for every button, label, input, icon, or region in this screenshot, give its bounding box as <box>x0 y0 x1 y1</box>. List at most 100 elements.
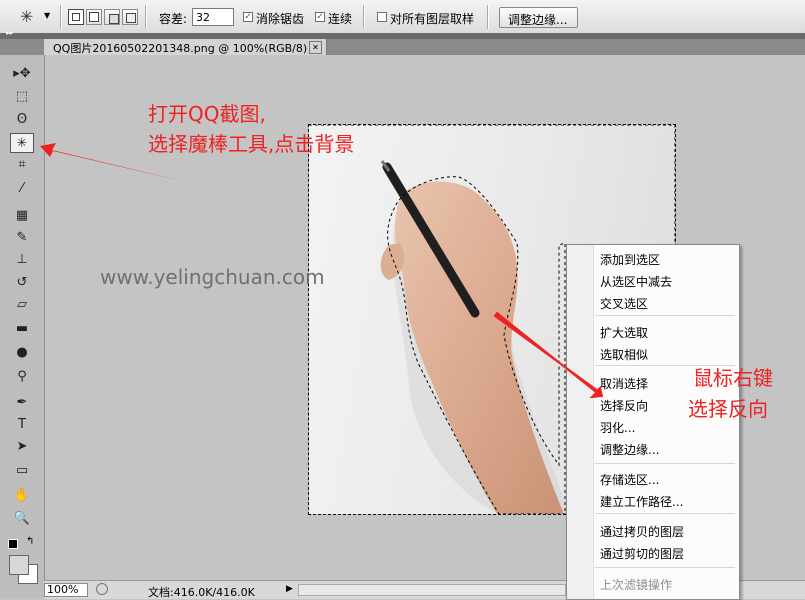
menu-item[interactable]: 选择反向 <box>600 397 648 414</box>
blur-icon: ● <box>16 345 28 360</box>
options-bar: ✳ ▼ 容差: 32 ✓ 消除锯齿 ✓ 连续 对所有图层取样 调整边缘... <box>0 0 805 34</box>
dodge-tool[interactable]: ⚲ <box>10 367 34 387</box>
menu-separator <box>595 463 735 464</box>
swap-colors-icon[interactable]: ↰ <box>26 536 34 547</box>
lasso-tool[interactable]: ʘ <box>10 110 34 130</box>
watermark-text: www.yelingchuan.com <box>100 265 325 289</box>
move-tool[interactable]: ▸✥ <box>10 64 34 84</box>
magic-wand-tool[interactable]: ✳ <box>10 133 34 153</box>
sample-all-layers-checkbox[interactable] <box>377 12 387 22</box>
marquee-tool[interactable]: ⬚ <box>10 87 34 107</box>
annotation-step1-line1: 打开QQ截图, <box>148 102 266 126</box>
menu-item[interactable]: 调整边缘... <box>600 441 659 458</box>
zoom-tool[interactable]: 🔍 <box>10 509 34 529</box>
expand-panels-icon[interactable]: ▸▸ <box>6 29 13 37</box>
add-to-selection-button[interactable] <box>86 9 102 25</box>
default-colors-icon[interactable] <box>8 539 18 549</box>
dodge-icon: ⚲ <box>17 369 27 384</box>
tolerance-value: 32 <box>196 11 210 24</box>
eyedropper-icon: ⁄ <box>20 181 24 196</box>
crop-tool[interactable]: ⌗ <box>10 155 34 175</box>
context-menu: 添加到选区从选区中减去 交叉选区扩大选取选取相似取消选择选择反向羽化... 调整边缘… <box>566 244 740 600</box>
menu-item[interactable]: 取消选择 <box>600 375 648 392</box>
menu-item[interactable]: 通过拷贝的图层 <box>600 523 684 540</box>
add-selection-icon <box>89 12 99 22</box>
menu-separator <box>595 315 735 316</box>
tolerance-input[interactable]: 32 <box>192 8 234 26</box>
magic-wand-icon: ✳ <box>20 7 34 26</box>
antialias-label: 消除锯齿 <box>256 12 305 26</box>
annotation-step1-line2: 选择魔棒工具,点击背景 <box>148 132 355 156</box>
shape-tool[interactable]: ▭ <box>10 461 34 481</box>
subtract-from-selection-button[interactable] <box>104 9 120 25</box>
gradient-tool[interactable]: ▬ <box>10 319 34 339</box>
chevron-down-icon: ▼ <box>44 11 51 20</box>
navigator-icon[interactable] <box>96 583 108 595</box>
eyedropper-tool[interactable]: ⁄ <box>10 179 34 199</box>
new-selection-button[interactable] <box>68 9 84 25</box>
zoom-value: 100% <box>47 583 79 596</box>
shape-icon: ▭ <box>15 463 29 478</box>
horizontal-scrollbar[interactable] <box>298 584 566 596</box>
foreground-color-swatch[interactable] <box>9 555 29 575</box>
hand-shape <box>394 181 564 514</box>
contiguous-label: 连续 <box>328 12 353 26</box>
hand-icon: ✋ <box>13 488 31 503</box>
menu-item[interactable]: 建立工作路径... <box>600 493 683 510</box>
refine-edge-button[interactable]: 调整边缘... <box>499 7 578 28</box>
menu-item[interactable]: 选取相似 <box>600 346 648 363</box>
close-tab-icon[interactable]: ✕ <box>309 41 322 54</box>
menu-item[interactable]: 交叉选区 <box>600 295 648 312</box>
healing-icon: ▦ <box>15 208 29 223</box>
contiguous-checkbox[interactable]: ✓ <box>315 12 325 22</box>
pen-icon: ✒ <box>16 395 28 410</box>
refine-edge-label: 调整边缘... <box>508 13 568 27</box>
crop-icon: ⌗ <box>18 157 26 172</box>
menu-separator <box>595 567 735 568</box>
gradient-icon: ▬ <box>15 321 29 336</box>
tool-preset-picker[interactable]: ✳ ▼ <box>14 6 56 28</box>
eraser-icon: ▱ <box>17 297 27 312</box>
intersect-selection-button[interactable] <box>122 9 138 25</box>
healing-tool[interactable]: ▦ <box>10 206 34 226</box>
marquee-icon: ⬚ <box>15 89 29 104</box>
clone-stamp-icon: ⊥ <box>16 252 28 267</box>
menu-item[interactable]: 存储选区... <box>600 471 659 488</box>
brush-icon: ✎ <box>16 230 28 245</box>
zoom-icon: 🔍 <box>13 511 31 526</box>
move-icon: ▸✥ <box>13 66 31 81</box>
annotation-step2-line2: 选择反向 <box>688 397 768 421</box>
menu-item[interactable]: 扩大选取 <box>600 324 648 341</box>
menu-item[interactable]: 通过剪切的图层 <box>600 545 684 562</box>
toolbox: ▸✥ ⬚ ʘ ✳ ⌗ ⁄ ▦ ✎ ⊥ ↺ ▱ ▬ ● ⚲ ✒ T ➤ ▭ ✋ 🔍 ↰ <box>0 55 45 598</box>
type-tool[interactable]: T <box>10 415 34 435</box>
new-selection-icon <box>72 13 80 21</box>
pen-tool[interactable]: ✒ <box>10 393 34 413</box>
eraser-tool[interactable]: ▱ <box>10 295 34 315</box>
tolerance-label: 容差: <box>159 12 188 26</box>
zoom-field[interactable]: 100% <box>44 583 88 597</box>
annotation-step2-line1: 鼠标右键 <box>693 366 773 390</box>
subtract-selection-icon <box>109 14 119 24</box>
path-selection-tool[interactable]: ➤ <box>10 437 34 457</box>
history-brush-tool[interactable]: ↺ <box>10 273 34 293</box>
type-icon: T <box>18 417 26 432</box>
brush-tool[interactable]: ✎ <box>10 228 34 248</box>
antialias-checkbox[interactable]: ✓ <box>243 12 253 22</box>
hand-tool[interactable]: ✋ <box>10 486 34 506</box>
intersect-selection-icon <box>126 13 136 23</box>
status-menu-arrow-icon[interactable]: ▶ <box>286 584 293 594</box>
magic-wand-icon: ✳ <box>16 136 28 151</box>
menu-gutter <box>567 245 594 599</box>
menu-separator <box>595 513 735 514</box>
menu-item: 上次滤镜操作 <box>600 578 673 592</box>
clone-stamp-tool[interactable]: ⊥ <box>10 250 34 270</box>
menu-item[interactable]: 从选区中减去 <box>600 273 672 290</box>
document-title: QQ图片20160502201348.png @ 100%(RGB/8) <box>53 42 308 55</box>
menu-item[interactable]: 羽化... <box>600 419 635 436</box>
menu-item[interactable]: 添加到选区 <box>600 251 660 268</box>
blur-tool[interactable]: ● <box>10 343 34 363</box>
document-tab[interactable]: QQ图片20160502201348.png @ 100%(RGB/8) ✕ <box>44 39 327 55</box>
lasso-icon: ʘ <box>16 112 28 127</box>
history-brush-icon: ↺ <box>16 275 28 290</box>
